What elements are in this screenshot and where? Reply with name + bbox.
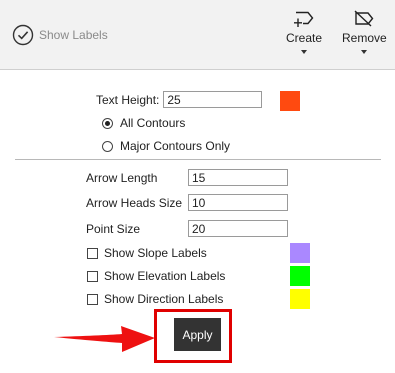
arrow-heads-size-row: Arrow Heads Size: [86, 194, 288, 211]
arrow-length-row: Arrow Length: [86, 169, 288, 186]
create-label: Create: [286, 31, 323, 45]
point-size-label: Point Size: [86, 221, 141, 236]
radio-selected-dot: [105, 120, 110, 126]
apply-button[interactable]: Apply: [174, 318, 221, 351]
arrow-length-input[interactable]: [188, 169, 288, 186]
all-contours-radio[interactable]: [102, 117, 113, 129]
all-contours-label: All Contours: [120, 116, 186, 130]
arrow-right-annotation-icon: [54, 326, 155, 352]
remove-button[interactable]: Remove: [342, 10, 387, 54]
elevation-labels-option[interactable]: Show Elevation Labels: [87, 269, 225, 283]
elevation-labels-checkbox[interactable]: [87, 270, 98, 282]
all-contours-option[interactable]: All Contours: [102, 116, 185, 130]
slope-color-swatch[interactable]: [290, 243, 310, 263]
arrow-length-label: Arrow Length: [86, 170, 158, 185]
create-point-icon: [294, 11, 314, 27]
show-labels-label: Show Labels: [39, 28, 108, 42]
major-contours-option[interactable]: Major Contours Only: [102, 139, 230, 153]
toolbar: Show Labels Create Remove: [0, 0, 395, 70]
text-height-input[interactable]: [163, 91, 263, 108]
slope-labels-checkbox[interactable]: [87, 247, 98, 259]
direction-labels-label: Show Direction Labels: [104, 292, 224, 306]
major-contours-label: Major Contours Only: [120, 139, 231, 153]
major-contours-radio[interactable]: [102, 140, 113, 152]
arrow-heads-size-label: Arrow Heads Size: [86, 195, 183, 210]
text-height-label: Text Height:: [96, 92, 160, 107]
slope-labels-option[interactable]: Show Slope Labels: [87, 246, 207, 260]
section-divider: [15, 159, 381, 160]
chevron-down-icon: [361, 50, 368, 54]
elevation-labels-label: Show Elevation Labels: [104, 269, 226, 283]
slope-labels-label: Show Slope Labels: [104, 246, 207, 260]
create-button[interactable]: Create: [286, 10, 322, 54]
point-size-input[interactable]: [188, 220, 288, 237]
text-height-row: Text Height:: [96, 91, 263, 108]
direction-color-swatch[interactable]: [290, 289, 310, 309]
remove-label-icon: [354, 10, 374, 27]
direction-labels-option[interactable]: Show Direction Labels: [87, 292, 223, 306]
contour-label-panel: Text Height: All Contours Major Contours…: [0, 70, 395, 373]
chevron-down-icon: [301, 50, 308, 54]
text-color-swatch[interactable]: [280, 91, 300, 111]
check-circle-icon: [12, 24, 34, 46]
point-size-row: Point Size: [86, 220, 288, 237]
elevation-color-swatch[interactable]: [290, 266, 310, 286]
arrow-heads-size-input[interactable]: [188, 194, 288, 211]
remove-label: Remove: [342, 31, 387, 45]
show-labels-toggle[interactable]: Show Labels: [12, 24, 108, 46]
direction-labels-checkbox[interactable]: [87, 293, 98, 305]
